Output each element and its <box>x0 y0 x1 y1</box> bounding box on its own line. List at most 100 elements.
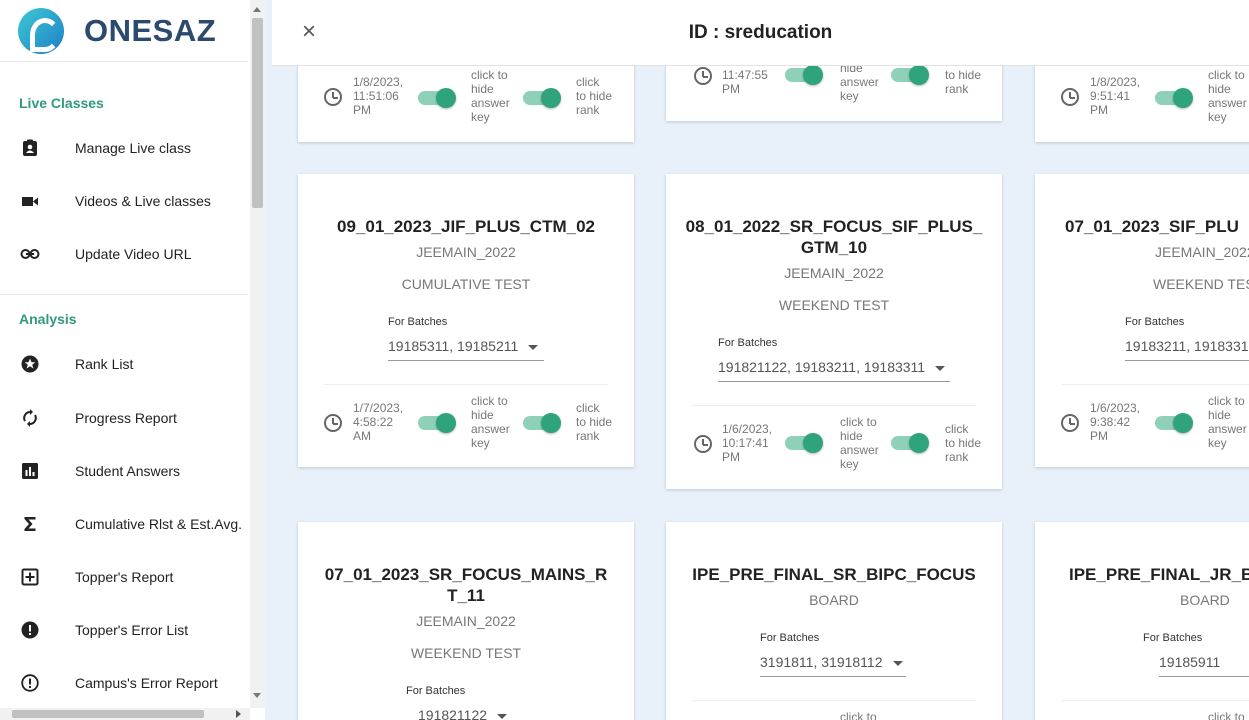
sidebar-item-label: Cumulative Rlst & Est.Avg. <box>75 516 243 532</box>
test-exam: JEEMAIN_2022 <box>416 244 516 260</box>
sidebar-item-label: Rank List <box>75 356 134 372</box>
batch-label: For Batches <box>1143 632 1203 644</box>
scroll-right-arrow-icon[interactable] <box>236 710 241 718</box>
test-card: 1/8/2023, 9:51:41 PM click to hide answe… <box>1035 66 1249 142</box>
test-card: IPE_PRE_FINAL_SR_BIPC_FOCUS BOARD For Ba… <box>666 522 1002 720</box>
rank-toggle[interactable] <box>891 433 929 453</box>
answer-key-toggle[interactable] <box>1155 88 1193 108</box>
chevron-down-icon <box>935 365 946 371</box>
sidebar-vertical-scrollbar[interactable] <box>250 0 265 708</box>
answer-key-toggle-label: click to hide answer key <box>1208 68 1247 124</box>
star-circle-icon <box>20 354 40 374</box>
test-card: 11:47:55 PM hide answer key to hide rank <box>666 66 1002 121</box>
test-type: WEEKEND TEST <box>778 297 890 313</box>
test-exam: BOARD <box>1180 592 1230 608</box>
batch-label: For Batches <box>718 337 778 349</box>
batch-select[interactable]: 191821122, 19183211, 19183311 <box>718 359 950 382</box>
answer-key-toggle[interactable] <box>1155 413 1193 433</box>
sidebar-item-videos-live-classes[interactable]: Videos & Live classes <box>0 179 248 223</box>
clock-icon <box>694 435 712 453</box>
sidebar-item-toppers-error-list[interactable]: Topper's Error List <box>0 608 248 652</box>
test-date: 1/8/2023, 9:51:41 PM <box>1090 75 1141 117</box>
sidebar-item-label: Student Answers <box>75 463 181 479</box>
batch-label: For Batches <box>760 632 820 644</box>
link-icon <box>20 244 40 264</box>
chevron-down-icon <box>892 660 903 666</box>
batch-select[interactable]: 19183211, 1918331 <box>1125 338 1249 361</box>
test-card: 09_01_2023_JIF_PLUS_CTM_02 JEEMAIN_2022 … <box>298 174 634 467</box>
batch-select[interactable]: 19185311, 19185211 <box>388 338 544 361</box>
rank-toggle-label: click to hide rank <box>576 75 613 117</box>
batch-select[interactable]: 19185911 <box>1159 654 1249 677</box>
sidebar-item-manage-live-class[interactable]: Manage Live class <box>0 126 248 170</box>
answer-key-toggle-label: click to hide answer key <box>471 68 510 124</box>
sidebar-item-student-answers[interactable]: Student Answers <box>0 449 248 493</box>
card-divider <box>1061 384 1249 385</box>
scroll-up-arrow-icon[interactable] <box>253 7 261 12</box>
answer-key-toggle[interactable] <box>418 88 456 108</box>
error-outline-icon <box>20 673 40 693</box>
test-title: 07_01_2023_SIF_PLU <box>1065 217 1239 236</box>
batch-select-value: 19183211, 1918331 <box>1125 338 1249 354</box>
test-date: 1/8/2023, 11:51:06 PM <box>353 75 404 117</box>
answer-key-toggle[interactable] <box>785 66 823 85</box>
test-title: IPE_PRE_FINAL_JR_BI <box>1069 565 1249 584</box>
test-card: IPE_PRE_FINAL_JR_BI BOARD For Batches 19… <box>1035 522 1249 720</box>
batch-label: For Batches <box>1125 316 1185 328</box>
rank-toggle-label: click to hide rank <box>576 401 613 443</box>
batch-select-value: 3191811, 31918112 <box>760 654 883 670</box>
page-title: ID : sreducation <box>688 22 833 43</box>
card-divider <box>692 405 976 406</box>
clock-icon <box>1061 88 1079 106</box>
batch-select-value: 191821122 <box>418 707 488 720</box>
rank-toggle[interactable] <box>523 413 561 433</box>
sigma-icon <box>20 514 40 534</box>
sidebar-item-update-video-url[interactable]: Update Video URL <box>0 232 248 276</box>
test-exam: JEEMAIN_2022 <box>784 265 884 281</box>
sidebar-horizontal-scrollbar[interactable] <box>0 708 250 720</box>
sidebar-item-label: Videos & Live classes <box>75 193 211 209</box>
scrollbar-thumb[interactable] <box>12 710 204 718</box>
test-card: 07_01_2023_SR_FOCUS_MAINS_R T_11 JEEMAIN… <box>298 522 634 720</box>
batch-select-value: 19185911 <box>1159 654 1221 670</box>
batch-label: For Batches <box>406 685 466 697</box>
logo-icon <box>18 8 64 54</box>
logo: ONESAZ <box>18 8 216 54</box>
test-card: 07_01_2023_SIF_PLU JEEMAIN_2022 WEEKEND … <box>1035 174 1249 467</box>
test-cards-grid: 1/8/2023, 11:51:06 PM click to hide answ… <box>272 66 1249 720</box>
test-date: 1/7/2023, 4:58:22 AM <box>353 401 404 443</box>
test-exam: JEEMAIN_2022 <box>416 613 516 629</box>
sidebar-item-toppers-report[interactable]: Topper's Report <box>0 555 248 599</box>
test-exam: JEEMAIN_2022 <box>1155 244 1249 260</box>
answer-key-toggle[interactable] <box>418 413 456 433</box>
sidebar: ONESAZ Live Classes Manage Live class Vi… <box>0 0 265 720</box>
card-divider <box>1061 700 1249 701</box>
answer-key-toggle[interactable] <box>785 433 823 453</box>
add-box-icon <box>20 567 40 587</box>
sidebar-divider <box>0 61 248 62</box>
error-icon <box>20 620 40 640</box>
scroll-down-arrow-icon[interactable] <box>253 693 261 698</box>
card-divider <box>692 700 976 701</box>
chevron-down-icon <box>528 344 539 350</box>
rank-toggle[interactable] <box>523 88 561 108</box>
videocam-icon <box>20 191 40 211</box>
batch-select[interactable]: 191821122 <box>418 707 538 720</box>
rank-toggle-label: to hide rank <box>945 68 982 96</box>
sidebar-item-label: Progress Report <box>75 410 177 426</box>
test-title: 08_01_2022_SR_FOCUS_SIF_PLUS_ GTM_10 <box>685 217 983 257</box>
card-divider <box>324 384 608 385</box>
rank-toggle[interactable] <box>891 66 929 85</box>
batch-select-value: 191821122, 19183211, 19183311 <box>718 359 926 375</box>
test-type: CUMULATIVE TEST <box>401 276 531 292</box>
sidebar-item-rank-list[interactable]: Rank List <box>0 342 248 386</box>
scrollbar-thumb[interactable] <box>252 18 263 208</box>
bar-chart-icon <box>20 461 40 481</box>
test-title: 09_01_2023_JIF_PLUS_CTM_02 <box>337 217 595 236</box>
batch-select[interactable]: 3191811, 31918112 <box>760 654 906 677</box>
sidebar-item-campus-error-report[interactable]: Campus's Error Report <box>0 661 248 705</box>
sidebar-item-progress-report[interactable]: Progress Report <box>0 396 248 440</box>
test-date: 11:47:55 PM <box>722 68 768 96</box>
sidebar-item-label: Topper's Error List <box>75 622 189 638</box>
sidebar-item-cumulative-rlst[interactable]: Cumulative Rlst & Est.Avg. <box>0 502 248 546</box>
